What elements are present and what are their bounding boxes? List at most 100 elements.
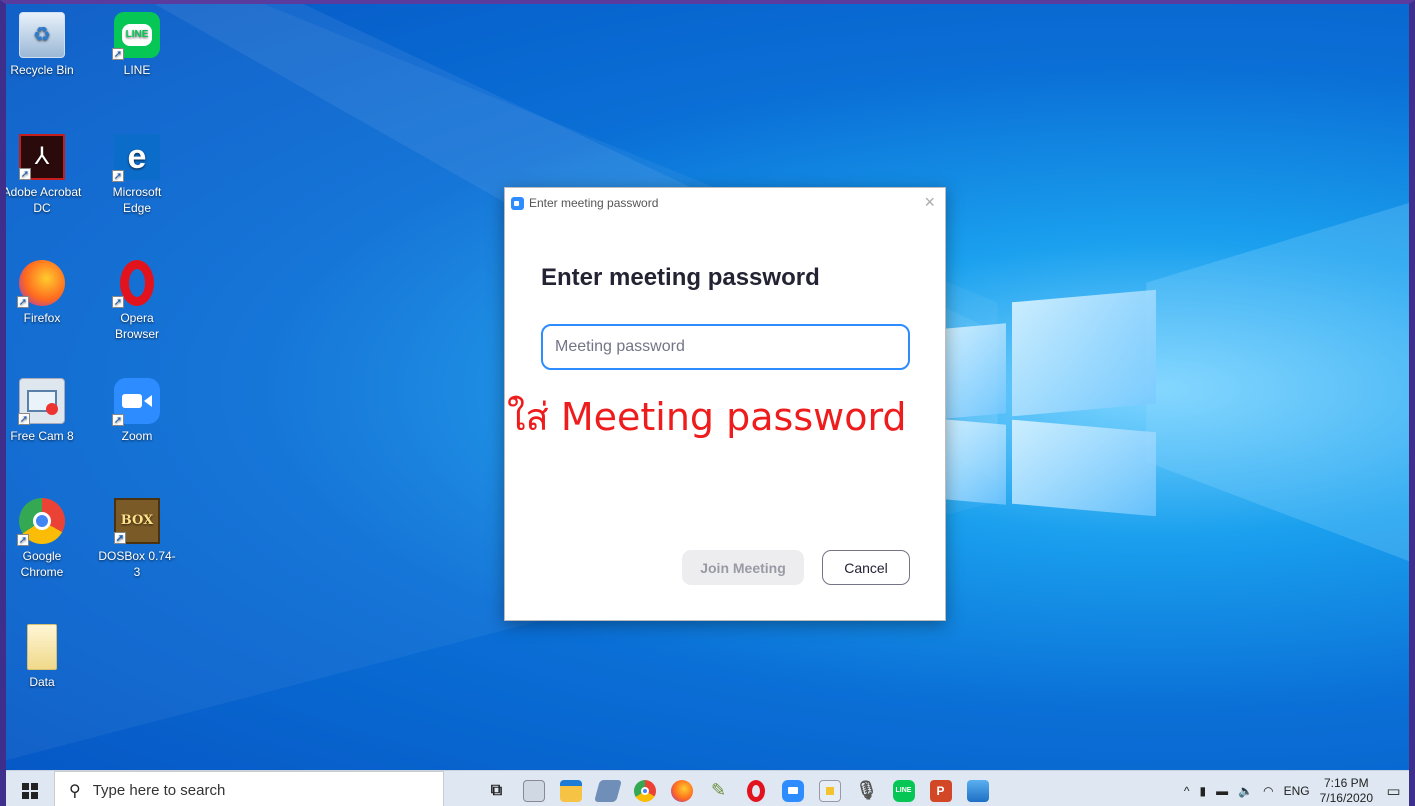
taskbar-app-paint[interactable]: ✎: [700, 771, 737, 806]
edge-icon: e ➚: [112, 134, 160, 182]
desktop-icon-data-folder[interactable]: Data: [6, 624, 82, 690]
task-view-button[interactable]: ⧉: [478, 771, 515, 806]
powerpoint-icon: P: [929, 779, 952, 802]
desktop-icon-label: Free Cam 8: [10, 429, 74, 443]
task-view-icon: ⧉: [490, 781, 503, 799]
taskbar-app-file-explorer[interactable]: [552, 771, 589, 806]
language-indicator[interactable]: ENG: [1284, 784, 1310, 798]
dosbox-icon: BOX ➚: [114, 498, 160, 544]
shortcut-arrow-icon: ➚: [17, 296, 29, 308]
taskbar-app-python[interactable]: [811, 771, 848, 806]
desktop: ♻ Recycle Bin LINE ➚ LINE ⅄ ➚ Adobe Acro…: [0, 0, 1415, 806]
taskbar-app-line[interactable]: LINE: [885, 771, 922, 806]
clock[interactable]: 7:16 PM 7/16/2020: [1320, 776, 1373, 806]
firefox-icon: [670, 779, 693, 802]
meeting-password-input[interactable]: [541, 324, 910, 370]
shortcut-arrow-icon: ➚: [17, 534, 29, 546]
password-hint-annotation: ใส่ Meeting password: [507, 395, 907, 439]
adobe-acrobat-icon: ⅄ ➚: [19, 134, 65, 180]
desktop-icon-edge[interactable]: e ➚ Microsoft Edge: [97, 134, 177, 216]
show-hidden-icons-chevron-icon[interactable]: ^: [1184, 784, 1190, 798]
desktop-icon-adobe-acrobat[interactable]: ⅄ ➚ Adobe Acrobat DC: [2, 134, 82, 216]
desktop-icon-dosbox[interactable]: BOX ➚ DOSBox 0.74-3: [97, 498, 177, 580]
zoom-icon: [781, 779, 804, 802]
firefox-icon: ➚: [17, 260, 65, 308]
clock-time: 7:16 PM: [1323, 776, 1369, 790]
windows-start-icon: [22, 782, 38, 799]
python-icon: [818, 779, 841, 802]
paint-icon: ✎: [710, 780, 727, 800]
taskbar: ⚲ Type here to search ⧉ ✎ 🎙 LINE P ^ ▮ ▬…: [6, 770, 1415, 806]
search-icon: ⚲: [69, 782, 81, 800]
windows-logo-wallpaper: [944, 289, 1158, 517]
shortcut-arrow-icon: ➚: [112, 170, 124, 182]
desktop-icon-label: Data: [29, 675, 55, 689]
wifi-icon[interactable]: ◠: [1263, 784, 1273, 798]
mic-icon: 🎙: [855, 780, 878, 800]
desktop-icon-recycle-bin[interactable]: ♻ Recycle Bin: [6, 12, 82, 78]
join-meeting-button[interactable]: Join Meeting: [682, 550, 804, 585]
taskbar-app-notepad[interactable]: [589, 771, 626, 806]
search-placeholder: Type here to search: [92, 782, 226, 799]
desktop-icon-zoom[interactable]: ➚ Zoom: [97, 378, 177, 444]
desktop-icon-label: LINE: [123, 63, 151, 77]
taskbar-app-opera[interactable]: [737, 771, 774, 806]
taskbar-app-powerpoint[interactable]: P: [922, 771, 959, 806]
photos-icon: [522, 779, 545, 802]
battery-icon[interactable]: ▬: [1216, 784, 1228, 798]
shortcut-arrow-icon: ➚: [114, 532, 126, 544]
desktop-icon-label: Recycle Bin: [10, 63, 74, 77]
microphone-tray-icon[interactable]: ▮: [1200, 784, 1207, 798]
start-button[interactable]: [6, 771, 54, 806]
desktop-icon-free-cam[interactable]: ➚ Free Cam 8: [6, 378, 82, 444]
notification-center-button[interactable]: ▭ 4: [1386, 771, 1415, 806]
notification-icon: ▭: [1386, 783, 1401, 800]
taskbar-app-list: ⧉ ✎ 🎙 LINE P: [478, 771, 996, 806]
line-app-icon: LINE: [892, 779, 915, 802]
dialog-window-title: Enter meeting password: [529, 196, 659, 210]
clock-date: 7/16/2020: [1319, 791, 1373, 805]
desktop-icon-label: Opera Browser: [114, 311, 159, 341]
shortcut-arrow-icon: ➚: [112, 414, 124, 426]
system-tray: ^ ▮ ▬ 🔈 ◠ ENG 7:16 PM 7/16/2020 ▭ 4: [1184, 771, 1415, 806]
desktop-icon-label: Adobe Acrobat DC: [2, 185, 82, 215]
desktop-icon-label: Zoom: [121, 429, 153, 443]
chrome-icon: ➚: [17, 498, 65, 546]
shortcut-arrow-icon: ➚: [18, 413, 30, 425]
volume-icon[interactable]: 🔈: [1238, 784, 1253, 798]
close-button[interactable]: ×: [924, 192, 935, 213]
zoom-icon: ➚: [112, 378, 160, 426]
file-explorer-icon: [559, 779, 582, 802]
taskbar-app-firefox[interactable]: [663, 771, 700, 806]
desktop-icon-firefox[interactable]: ➚ Firefox: [6, 260, 82, 326]
desktop-icon-label: Microsoft Edge: [112, 185, 162, 215]
chrome-icon: [633, 779, 656, 802]
opera-icon: ➚: [112, 260, 160, 308]
desktop-icon-label: Firefox: [23, 311, 61, 325]
dialog-heading: Enter meeting password: [541, 264, 820, 291]
recycle-bin-icon: ♻: [19, 12, 65, 58]
shortcut-arrow-icon: ➚: [19, 168, 31, 180]
taskbar-app-chrome[interactable]: [626, 771, 663, 806]
meeting-password-dialog: Enter meeting password × Enter meeting p…: [504, 187, 946, 621]
free-cam-icon: ➚: [18, 378, 65, 425]
desktop-icon-chrome[interactable]: ➚ Google Chrome: [6, 498, 82, 580]
dialog-titlebar: Enter meeting password: [505, 188, 945, 218]
taskbar-app-microphone[interactable]: 🎙: [848, 771, 885, 806]
desktop-icon-opera[interactable]: ➚ Opera Browser: [97, 260, 177, 342]
zoom-icon: [511, 196, 524, 210]
desktop-icon-label: Google Chrome: [20, 549, 64, 579]
taskbar-search-box[interactable]: ⚲ Type here to search: [54, 770, 444, 806]
notification-count: 4: [1411, 786, 1415, 796]
shortcut-arrow-icon: ➚: [112, 48, 124, 60]
cancel-button[interactable]: Cancel: [822, 550, 910, 585]
desktop-icon-label: DOSBox 0.74-3: [98, 549, 176, 579]
taskbar-app-photo-viewer[interactable]: [959, 771, 996, 806]
desktop-icon-line[interactable]: LINE ➚ LINE: [97, 12, 177, 78]
taskbar-app-zoom[interactable]: [774, 771, 811, 806]
notepad-icon: [593, 779, 622, 802]
taskbar-app-photos[interactable]: [515, 771, 552, 806]
shortcut-arrow-icon: ➚: [112, 296, 124, 308]
folder-icon: [27, 624, 57, 670]
photo-icon: [966, 779, 989, 802]
